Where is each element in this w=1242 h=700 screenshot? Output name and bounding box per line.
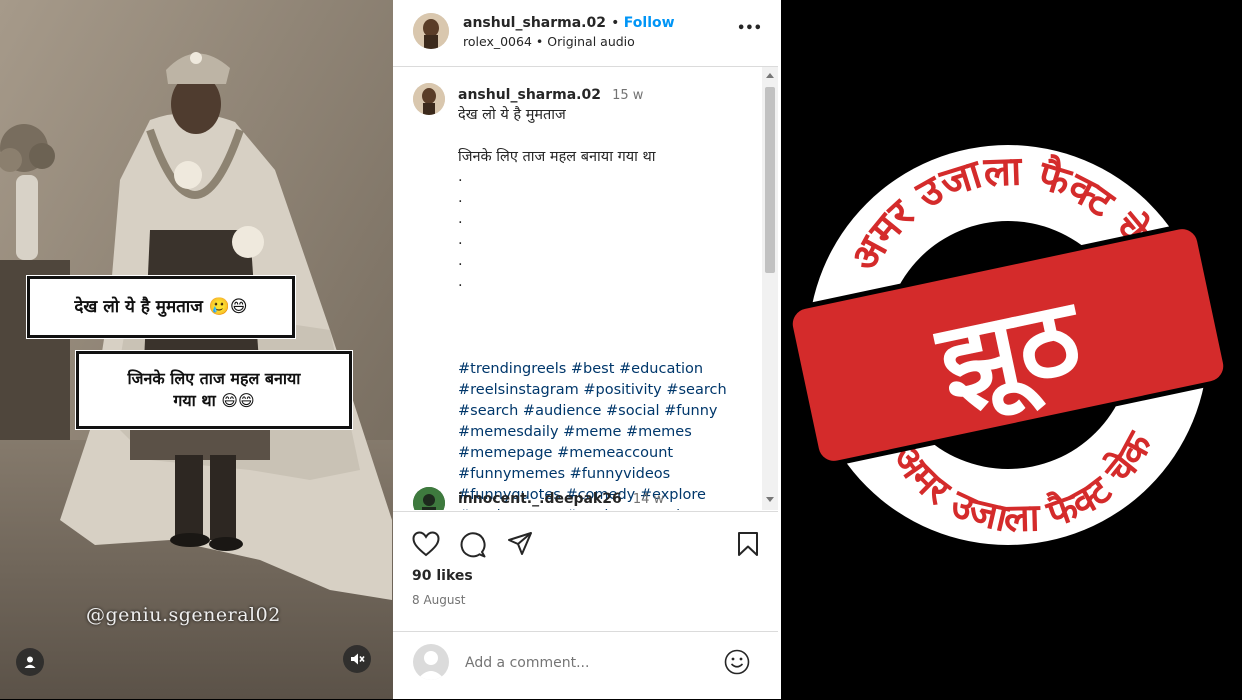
commenter-avatar[interactable] bbox=[413, 487, 445, 510]
audio-label[interactable]: Original audio bbox=[547, 34, 635, 49]
fact-check-stamp: अमर उजाला फैक्ट चेक अमर उजाला फैक्ट चेक … bbox=[787, 145, 1229, 545]
caption-avatar-image bbox=[413, 83, 445, 115]
caption-author-avatar[interactable] bbox=[413, 83, 445, 115]
emoji-icon[interactable] bbox=[724, 649, 750, 675]
fact-check-stamp-area: अमर उजाला फैक्ट चेक अमर उजाला फैक्ट चेक … bbox=[778, 0, 1242, 699]
scroll-down-arrow-icon[interactable] bbox=[766, 497, 774, 502]
separator-dot: • bbox=[611, 15, 624, 31]
reel-caption-text-2b: गया था 😄😄 bbox=[173, 391, 255, 410]
comments-scrollbar[interactable] bbox=[762, 67, 778, 510]
current-user-avatar bbox=[413, 644, 449, 680]
post-header: anshul_sharma.02 • Follow rolex_0064 • O… bbox=[393, 0, 778, 67]
save-bookmark-icon[interactable] bbox=[737, 531, 759, 557]
caption-time: 15 w bbox=[612, 88, 644, 103]
caption-dot: . bbox=[458, 232, 463, 248]
comment-input[interactable] bbox=[463, 650, 707, 676]
reel-caption-box-1: देख लो ये है मुमताज 🥲😄 bbox=[27, 276, 295, 338]
author-avatar-image bbox=[413, 13, 449, 49]
separator-dot: • bbox=[535, 34, 548, 49]
caption-dots: . . . . . . bbox=[458, 167, 463, 293]
author-username[interactable]: anshul_sharma.02 bbox=[463, 15, 606, 31]
header-title-row: anshul_sharma.02 • Follow bbox=[463, 12, 675, 31]
add-comment-bar bbox=[393, 631, 778, 700]
share-paper-plane-icon[interactable] bbox=[507, 531, 533, 557]
caption-username[interactable]: anshul_sharma.02 bbox=[458, 87, 601, 103]
caption-line-2: जिनके लिए ताज महल बनाया गया था bbox=[458, 149, 656, 165]
scrollbar-thumb[interactable] bbox=[765, 87, 775, 273]
follow-button[interactable]: Follow bbox=[624, 15, 675, 31]
audio-author[interactable]: rolex_0064 bbox=[463, 34, 532, 49]
reel-video[interactable]: देख लो ये है मुमताज 🥲😄 जिनके लिए ताज महल… bbox=[0, 0, 393, 699]
comments-list[interactable]: anshul_sharma.02 15 w देख लो ये है मुमता… bbox=[393, 67, 762, 510]
scroll-up-arrow-icon[interactable] bbox=[766, 73, 774, 78]
caption-dot: . bbox=[458, 169, 463, 185]
user-icon bbox=[24, 656, 36, 668]
comment-bubble-icon[interactable] bbox=[459, 531, 487, 559]
post-date: 8 August bbox=[412, 593, 466, 607]
like-heart-icon[interactable] bbox=[412, 531, 440, 557]
caption-dot: . bbox=[458, 253, 463, 269]
likes-count[interactable]: 90 likes bbox=[412, 568, 473, 584]
caption-line-1: देख लो ये है मुमताज bbox=[458, 107, 566, 123]
video-watermark: @geniu.sgeneral02 bbox=[86, 604, 281, 626]
caption-dot: . bbox=[458, 274, 463, 290]
speaker-muted-icon bbox=[351, 653, 365, 665]
caption-header: anshul_sharma.02 15 w bbox=[458, 84, 643, 103]
mute-button[interactable] bbox=[343, 645, 371, 673]
more-options-button[interactable]: ••• bbox=[737, 21, 762, 36]
reel-caption-text-2a: जिनके लिए ताज महल बनाया bbox=[127, 369, 301, 388]
caption-dot: . bbox=[458, 211, 463, 227]
default-avatar-icon bbox=[417, 651, 445, 680]
tagged-user-button[interactable] bbox=[16, 648, 44, 676]
historical-portrait-photo bbox=[0, 0, 393, 699]
comment-header: innocent._.deepak26 14 w bbox=[458, 488, 664, 507]
comment-time: 14 w bbox=[632, 492, 665, 507]
reel-caption-text-1: देख लो ये है मुमताज 🥲😄 bbox=[74, 297, 248, 317]
author-avatar[interactable] bbox=[413, 13, 449, 49]
post-panel: anshul_sharma.02 • Follow rolex_0064 • O… bbox=[393, 0, 778, 699]
reel-caption-box-2: जिनके लिए ताज महल बनाया गया था 😄😄 bbox=[76, 351, 352, 429]
caption-dot: . bbox=[458, 190, 463, 206]
commenter-avatar-image bbox=[413, 487, 445, 510]
comment-username[interactable]: innocent._.deepak26 bbox=[458, 491, 622, 507]
audio-row: rolex_0064 • Original audio bbox=[463, 34, 635, 49]
